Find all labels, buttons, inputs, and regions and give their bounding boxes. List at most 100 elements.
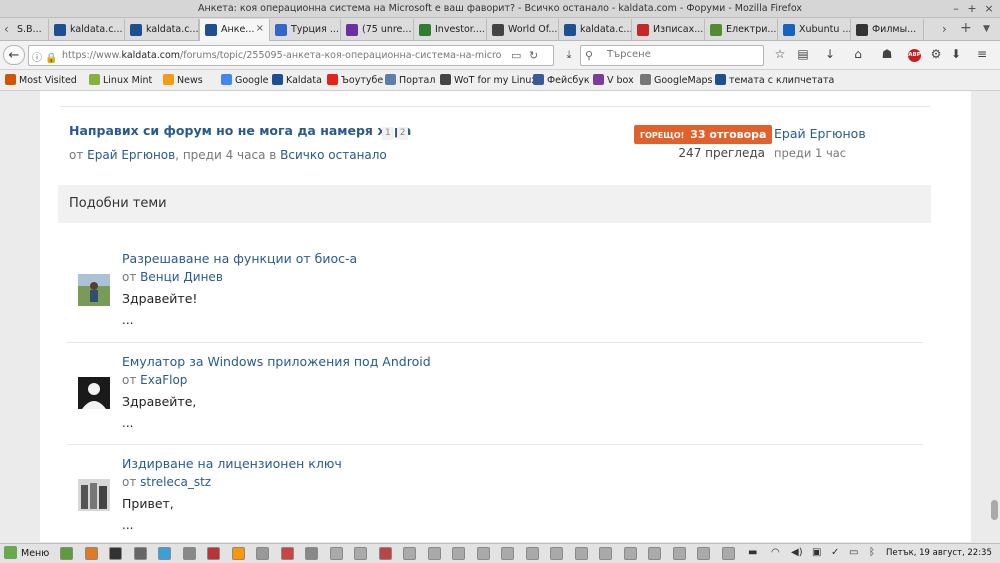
minimize-icon[interactable]: – bbox=[950, 2, 962, 15]
tab[interactable]: Турция ... bbox=[270, 19, 341, 41]
page-scrollbar[interactable] bbox=[989, 91, 1000, 542]
bookmark-item[interactable]: GoogleMaps bbox=[640, 74, 713, 86]
url-text[interactable]: https://www.kaldata.com/forums/topic/255… bbox=[62, 50, 502, 61]
taskbar-app-icon[interactable] bbox=[256, 547, 269, 560]
wifi-icon[interactable]: ◠ bbox=[771, 547, 780, 558]
download-arrow-icon[interactable]: ⤓ bbox=[562, 45, 576, 65]
similar-topic-title-link[interactable]: Издирване на лицензионен ключ bbox=[122, 456, 342, 471]
reload-icon[interactable]: ↻ bbox=[529, 49, 538, 62]
similar-topic-author-link[interactable]: Венци Динев bbox=[140, 270, 223, 284]
home-icon[interactable]: ⌂ bbox=[850, 47, 866, 61]
similar-topic-title-link[interactable]: Разрешаване на функции от биос-а bbox=[122, 251, 357, 266]
taskbar-app-icon[interactable] bbox=[574, 547, 588, 560]
downloads-icon[interactable]: ↓ bbox=[822, 47, 838, 61]
similar-topic-title-link[interactable]: Емулатор за Windows приложения под Andro… bbox=[122, 354, 431, 369]
taskbar-app-icon[interactable] bbox=[354, 547, 367, 560]
hamburger-menu-icon[interactable]: ≡ bbox=[974, 47, 990, 61]
taskbar-app-icon[interactable] bbox=[231, 547, 245, 560]
start-menu-button[interactable]: Меню bbox=[4, 546, 49, 559]
shield-icon[interactable]: ☗ bbox=[879, 47, 895, 61]
bookmark-star-icon[interactable]: ☆ bbox=[772, 47, 788, 61]
close-window-icon[interactable]: × bbox=[983, 2, 995, 15]
avatar[interactable] bbox=[78, 274, 110, 306]
tab[interactable]: (75 unre... bbox=[341, 19, 414, 41]
battery-icon[interactable]: ▭ bbox=[849, 547, 858, 558]
taskbar-app-icon[interactable] bbox=[697, 547, 710, 560]
taskbar-app-icon[interactable] bbox=[525, 547, 539, 560]
taskbar-app-icon[interactable] bbox=[476, 547, 490, 560]
tab[interactable]: kaldata.c... bbox=[125, 19, 199, 41]
reader-view-icon[interactable]: ▭ bbox=[511, 49, 521, 62]
taskbar-app-icon[interactable] bbox=[403, 547, 416, 560]
last-post-author-link[interactable]: Ерай Ергюнов bbox=[774, 126, 866, 141]
taskbar-app-icon[interactable] bbox=[60, 547, 73, 560]
bookmark-item[interactable]: Ъоутубе bbox=[327, 74, 383, 86]
tab[interactable]: kaldata.c... bbox=[559, 19, 632, 41]
new-tab-icon[interactable]: + bbox=[960, 20, 972, 36]
tab[interactable]: Електри... bbox=[705, 19, 778, 41]
tab[interactable]: Анке... × bbox=[199, 19, 270, 41]
taskbar-app-icon[interactable] bbox=[672, 547, 686, 560]
tab[interactable]: Изписах... bbox=[632, 19, 705, 41]
bookmark-item[interactable]: Фейсбук bbox=[533, 74, 590, 86]
tab-scroll-right-icon[interactable]: › bbox=[942, 22, 947, 36]
bookmark-item[interactable]: Портал bbox=[385, 74, 435, 86]
addon-icon[interactable]: ⚙ bbox=[928, 47, 944, 61]
taskbar-app-icon[interactable] bbox=[329, 547, 343, 560]
taskbar-app-icon[interactable] bbox=[207, 547, 220, 560]
close-tab-icon[interactable]: × bbox=[256, 23, 264, 34]
updates-icon[interactable]: ▣ bbox=[812, 547, 821, 558]
tab-list-icon[interactable]: ▼ bbox=[983, 24, 990, 34]
save-page-icon[interactable]: ⬇ bbox=[948, 47, 964, 61]
tab[interactable]: S.B... bbox=[13, 19, 49, 41]
avatar[interactable] bbox=[78, 479, 110, 511]
taskbar-app-icon[interactable] bbox=[84, 547, 98, 560]
tab[interactable]: Investor.... bbox=[414, 19, 487, 41]
bluetooth-icon[interactable]: ᛒ bbox=[869, 547, 875, 558]
tab[interactable]: Филмы... bbox=[851, 19, 924, 41]
taskbar-app-icon[interactable] bbox=[182, 547, 196, 560]
reading-list-icon[interactable]: ▤ bbox=[795, 47, 811, 61]
topic-page-link[interactable]: 1 bbox=[382, 127, 394, 140]
tab[interactable]: Xubuntu ... bbox=[778, 19, 851, 41]
bookmark-item[interactable]: Google bbox=[221, 74, 269, 86]
taskbar-app-icon[interactable] bbox=[550, 547, 563, 560]
bookmark-item[interactable]: News bbox=[163, 74, 203, 86]
keyboard-layout-icon[interactable]: ▬ bbox=[748, 547, 757, 558]
shield-check-icon[interactable]: ✓ bbox=[831, 547, 839, 558]
taskbar-app-icon[interactable] bbox=[501, 547, 514, 560]
similar-topic-author-link[interactable]: ExaFlop bbox=[140, 373, 187, 387]
volume-icon[interactable]: ◀) bbox=[791, 547, 803, 558]
search-bar[interactable]: ⚲ bbox=[580, 45, 772, 66]
taskbar-app-icon[interactable] bbox=[133, 547, 147, 560]
taskbar-app-icon[interactable] bbox=[378, 547, 392, 560]
clock[interactable]: Петък, 19 август, 22:35 bbox=[886, 548, 992, 558]
taskbar-app-icon[interactable] bbox=[648, 547, 661, 560]
bookmark-item[interactable]: Linux Mint bbox=[89, 74, 152, 86]
search-input[interactable] bbox=[607, 49, 772, 60]
bookmark-item[interactable]: WoT for my Linux bbox=[440, 74, 537, 86]
site-info-icon[interactable]: ⓘ 🔒 bbox=[32, 49, 58, 64]
taskbar-app-icon[interactable] bbox=[599, 547, 612, 560]
url-bar[interactable]: ⓘ 🔒 https://www.kaldata.com/forums/topic… bbox=[28, 45, 554, 66]
adblock-icon[interactable]: ABP bbox=[908, 49, 921, 62]
bookmark-item[interactable]: Most Visited bbox=[5, 74, 77, 86]
taskbar-app-icon[interactable] bbox=[721, 547, 735, 560]
back-button[interactable]: ← bbox=[3, 45, 25, 65]
topic-page-link[interactable]: 2 bbox=[396, 127, 409, 140]
maximize-icon[interactable]: + bbox=[966, 2, 978, 15]
tab[interactable]: kaldata.c... bbox=[49, 19, 125, 41]
topic-author-link[interactable]: Ерай Ергюнов bbox=[87, 148, 175, 162]
topic-forum-link[interactable]: Всичко останало bbox=[280, 148, 387, 162]
bookmark-item[interactable]: Kaldata bbox=[272, 74, 322, 86]
scrollbar-thumb[interactable] bbox=[991, 500, 998, 520]
tab[interactable]: World Of... bbox=[487, 19, 559, 41]
topic-title-link[interactable]: Направих си форум но не мога да намеря х… bbox=[69, 123, 411, 138]
avatar[interactable] bbox=[78, 377, 110, 409]
bookmark-item[interactable]: темата с клипчетата bbox=[715, 74, 834, 86]
taskbar-app-icon[interactable] bbox=[280, 547, 294, 560]
taskbar-app-icon[interactable] bbox=[109, 547, 122, 560]
taskbar-app-icon[interactable] bbox=[305, 547, 318, 560]
similar-topic-author-link[interactable]: streleca_stz bbox=[140, 475, 211, 489]
tab-scroll-left-icon[interactable]: ‹ bbox=[4, 22, 9, 36]
